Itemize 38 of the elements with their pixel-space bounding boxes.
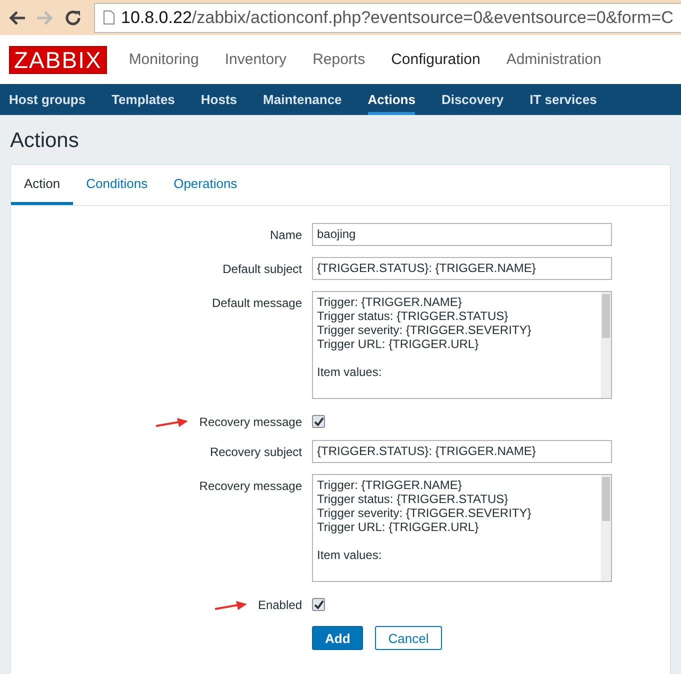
page-title: Actions	[10, 128, 80, 154]
submenu-item[interactable]: Actions	[368, 84, 416, 115]
logo[interactable]: ZABBIX	[9, 46, 107, 74]
text-area[interactable]: Trigger: {TRIGGER.NAME} Trigger status: {TRIGGER.STATUS} Trigger severity: {TRIGGER.SEVERITY} Trigger URL: {TRIGGER.URL} Item values:	[312, 291, 612, 399]
reload-icon[interactable]	[64, 8, 82, 26]
submenu-item[interactable]: Host groups	[9, 84, 86, 115]
page-icon	[103, 10, 115, 25]
menu-item[interactable]: Monitoring	[128, 51, 199, 68]
cancel-button[interactable]: Cancel	[375, 626, 442, 650]
field-label: Default subject	[222, 262, 302, 276]
text-area[interactable]: Trigger: {TRIGGER.NAME} Trigger status: {TRIGGER.STATUS} Trigger severity: {TRIGGER.SEVERITY} Trigger URL: {TRIGGER.URL} Item values:	[312, 474, 612, 582]
field-label: Recovery message	[199, 479, 302, 493]
submenu-item[interactable]: Templates	[112, 84, 175, 115]
add-button[interactable]: Add	[312, 626, 364, 650]
submenu-item[interactable]: Hosts	[200, 84, 238, 115]
input-field[interactable]: {TRIGGER.STATUS}: {TRIGGER.NAME}	[312, 440, 612, 463]
checkbox[interactable]	[312, 598, 325, 611]
back-arrow-icon[interactable]	[8, 10, 26, 26]
field-label: Default message	[212, 296, 302, 310]
input-field[interactable]: {TRIGGER.STATUS}: {TRIGGER.NAME}	[312, 257, 612, 280]
field-label: Enabled	[258, 598, 302, 612]
submenu-item[interactable]: Discovery	[441, 84, 504, 115]
field-label: Recovery subject	[210, 445, 302, 459]
tab[interactable]: Operations	[160, 165, 250, 205]
tab[interactable]: Action	[11, 165, 74, 205]
input-field[interactable]: baojing	[312, 223, 612, 246]
tab[interactable]: Conditions	[73, 165, 161, 205]
menu-item[interactable]: Administration	[506, 51, 602, 68]
field-label: Name	[270, 228, 302, 242]
menu-item[interactable]: Configuration	[391, 51, 480, 68]
submenu-item[interactable]: Maintenance	[263, 84, 342, 115]
field-label: Recovery message	[199, 415, 302, 429]
url-text: 10.8.0.22/zabbix/actionconf.php?eventsource=0&eventsource=0&form=C	[121, 8, 674, 28]
menu-item[interactable]: Reports	[312, 51, 366, 68]
submenu-item[interactable]: IT services	[530, 84, 597, 115]
checkbox[interactable]	[312, 415, 325, 428]
menu-item[interactable]: Inventory	[224, 51, 287, 68]
address-bar[interactable]: 10.8.0.22/zabbix/actionconf.php?eventsource=0&eventsource=0&form=C	[94, 2, 681, 32]
